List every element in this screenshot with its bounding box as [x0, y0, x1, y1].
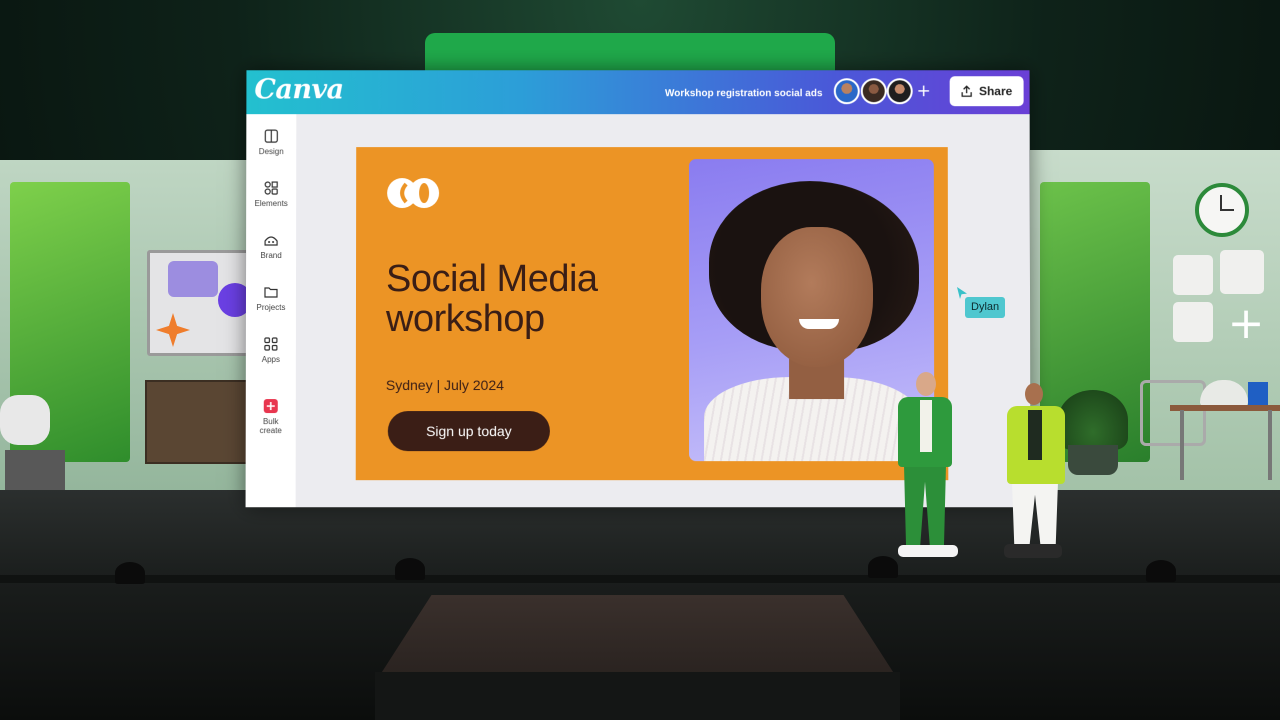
spark-art	[156, 313, 190, 347]
stage-light	[1146, 560, 1176, 582]
collaborator-avatar[interactable]	[861, 78, 887, 104]
runway-base	[375, 672, 900, 720]
social-ad-design[interactable]: Social Media workshop Sydney | July 2024…	[356, 147, 949, 480]
plant-pot	[1068, 445, 1118, 475]
sidebar-item-label: Elements	[246, 199, 296, 208]
share-label: Share	[979, 84, 1012, 98]
blue-cup	[1248, 382, 1268, 406]
table-leg	[1268, 410, 1272, 480]
stage-light	[115, 562, 145, 584]
speech-bubble-art	[168, 261, 218, 297]
side-table	[1170, 405, 1280, 411]
stool	[5, 450, 65, 490]
collaborator-avatar[interactable]	[834, 78, 860, 104]
document-title[interactable]: Workshop registration social ads	[665, 88, 822, 99]
editor-sidebar: Design Elements Brand Projects Apps Bulk…	[246, 114, 297, 507]
wall-tile	[1173, 302, 1213, 342]
layout-icon	[263, 128, 279, 144]
add-collaborator-icon[interactable]: +	[914, 81, 934, 101]
sidebar-item-brand[interactable]: Brand	[246, 232, 296, 260]
collaborator-cursor-label: Dylan	[965, 297, 1005, 318]
design-subline[interactable]: Sydney | July 2024	[386, 377, 504, 393]
collaborator-avatar[interactable]	[887, 78, 913, 104]
portrait-smile	[799, 319, 839, 329]
stage-edge	[0, 575, 1280, 583]
sidebar-item-apps[interactable]: Apps	[246, 336, 296, 364]
wall-clock	[1195, 183, 1249, 237]
canva-logo[interactable]: Canva	[254, 74, 343, 105]
bulk-create-icon	[263, 398, 279, 414]
sidebar-item-projects[interactable]: Projects	[246, 284, 296, 312]
apps-grid-icon	[263, 336, 279, 352]
portrait-face	[761, 227, 873, 367]
sidebar-item-label: Bulk create	[258, 417, 284, 435]
shelf	[145, 380, 249, 464]
design-headline[interactable]: Social Media workshop	[386, 259, 686, 339]
sign-up-button[interactable]: Sign up today	[388, 411, 550, 451]
wall-tile	[1173, 255, 1213, 295]
shapes-icon	[263, 180, 279, 196]
sidebar-item-design[interactable]: Design	[246, 128, 296, 156]
folder-icon	[263, 284, 279, 300]
share-button[interactable]: Share	[950, 76, 1024, 106]
editor-topbar: Canva Workshop registration social ads +…	[246, 70, 1029, 114]
sidebar-item-label: Brand	[246, 251, 296, 260]
presenter-right-shirt	[1028, 410, 1042, 460]
chair	[1140, 380, 1206, 446]
table-leg	[1180, 410, 1184, 480]
presenter-left-head	[916, 372, 936, 396]
stage-light	[868, 556, 898, 578]
stage-runway	[380, 595, 895, 675]
sidebar-item-label: Projects	[246, 303, 296, 312]
sidebar-item-elements[interactable]: Elements	[246, 180, 296, 208]
wall-plus-decor: +	[1227, 305, 1265, 343]
presenter-right-shoes	[1004, 544, 1062, 558]
brand-logo-icon	[384, 175, 442, 211]
armchair	[0, 395, 50, 445]
potted-plant	[1058, 390, 1128, 450]
sidebar-item-label: Apps	[246, 355, 296, 364]
presenter-left-shirt	[920, 400, 932, 452]
brand-icon	[263, 232, 279, 248]
presenter-left-shoes	[898, 545, 958, 557]
stage-light	[395, 558, 425, 580]
sidebar-item-label: Design	[246, 147, 296, 156]
sidebar-item-bulk-create[interactable]: Bulk create	[246, 398, 296, 435]
presenter-right-head	[1025, 383, 1043, 405]
wall-tile	[1220, 250, 1264, 294]
upload-share-icon	[961, 85, 973, 97]
